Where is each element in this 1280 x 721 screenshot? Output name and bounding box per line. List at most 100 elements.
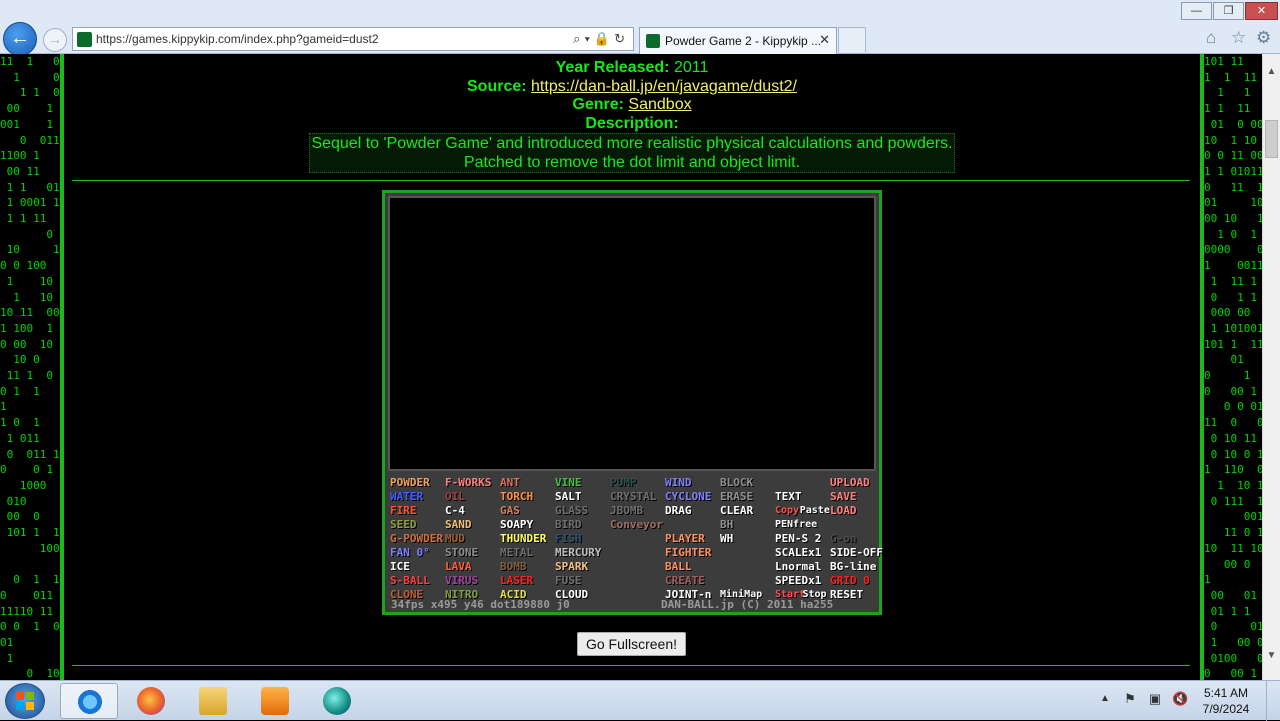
palette-item[interactable]: SPEEDx1 (775, 574, 821, 588)
palette-item[interactable]: SALT (555, 490, 582, 504)
taskbar-ie-button[interactable] (60, 683, 118, 719)
palette-item[interactable]: DRAG (665, 504, 692, 518)
palette-item[interactable]: PLAYER (665, 532, 705, 546)
palette-item[interactable]: LAVA (445, 560, 472, 574)
palette-item[interactable]: PUMP (610, 476, 637, 490)
palette-item[interactable]: SAND (445, 518, 472, 532)
palette-item[interactable]: C-4 (445, 504, 465, 518)
palette-item[interactable]: GLASS (555, 504, 588, 518)
palette-item[interactable]: TORCH (500, 490, 533, 504)
palette-item[interactable]: BALL (665, 560, 692, 574)
palette-item[interactable]: METAL (500, 546, 533, 560)
favorites-star-icon[interactable]: ☆ (1231, 28, 1246, 48)
palette-item[interactable]: SCALEx1 (775, 546, 821, 560)
palette-item[interactable]: SOAPY (500, 518, 533, 532)
palette-item[interactable]: SAVE (830, 490, 857, 504)
palette-item[interactable]: CYCLONE (665, 490, 711, 504)
palette-item[interactable]: PEN-S 2 (775, 532, 821, 546)
maximize-button[interactable]: ❐ (1213, 2, 1244, 20)
palette-item[interactable]: CREATE (665, 574, 705, 588)
url-text[interactable]: https://games.kippykip.com/index.php?gam… (96, 32, 379, 46)
palette-item[interactable]: G-on (830, 532, 857, 546)
palette-item[interactable]: VIRUS (445, 574, 478, 588)
scroll-thumb[interactable] (1265, 120, 1278, 158)
fullscreen-button[interactable]: Go Fullscreen! (577, 632, 686, 656)
palette-item[interactable]: VINE (555, 476, 582, 490)
palette-item[interactable]: ANT (500, 476, 520, 490)
minimize-button[interactable]: — (1181, 2, 1212, 20)
palette-item[interactable]: Lnormal (775, 560, 821, 574)
palette-item[interactable]: GRID 0 (830, 574, 870, 588)
scroll-up-icon[interactable]: ▲ (1263, 66, 1280, 80)
tools-gear-icon[interactable]: ⚙ (1256, 28, 1271, 48)
palette-item[interactable]: Copy (775, 504, 799, 518)
network-icon[interactable]: ▣ (1147, 691, 1163, 707)
tab-close-icon[interactable]: ✕ (819, 32, 830, 48)
palette-item[interactable]: SIDE-OFF (830, 546, 883, 560)
close-window-button[interactable]: ✕ (1245, 2, 1278, 20)
genre-link[interactable]: Sandbox (628, 96, 691, 113)
palette-item[interactable]: SEED (390, 518, 417, 532)
tab-powder-game[interactable]: Powder Game 2 - Kippykip ... ✕ (639, 27, 837, 54)
taskbar-app-button[interactable] (308, 683, 366, 719)
palette-item[interactable]: S-BALL (390, 574, 430, 588)
palette-item[interactable]: TEXT (775, 490, 802, 504)
palette-item[interactable]: FIGHTER (665, 546, 711, 560)
palette-item[interactable]: BH (720, 518, 733, 532)
palette-item[interactable]: MUD (445, 532, 465, 546)
palette-item[interactable]: Paste (800, 504, 830, 518)
palette-item[interactable]: LASER (500, 574, 533, 588)
palette-item[interactable]: POWDER (390, 476, 430, 490)
home-icon[interactable]: ⌂ (1206, 28, 1216, 48)
palette-item[interactable]: Conveyor (610, 518, 663, 532)
vertical-scrollbar[interactable]: ▲ ▼ (1262, 54, 1280, 680)
source-link[interactable]: https://dan-ball.jp/en/javagame/dust2/ (531, 78, 797, 95)
palette-item[interactable]: F-WORKS (445, 476, 491, 490)
element-palette[interactable]: POWDER F-WORKS ANT VINE PUMP WIND BLOCK UPLOAD W… (388, 476, 883, 612)
palette-item[interactable]: SPARK (555, 560, 588, 574)
forward-button[interactable]: → (43, 28, 67, 52)
palette-item[interactable]: BG-line (830, 560, 876, 574)
address-tools-icons[interactable]: ⌕▾🔒↻ (573, 31, 629, 47)
palette-item[interactable]: BIRD (555, 518, 582, 532)
palette-item[interactable]: UPLOAD (830, 476, 870, 490)
palette-item[interactable]: GAS (500, 504, 520, 518)
scroll-down-icon[interactable]: ▼ (1263, 650, 1280, 664)
palette-item[interactable]: STONE (445, 546, 478, 560)
action-center-flag-icon[interactable]: ⚑ (1122, 691, 1138, 707)
new-tab-button[interactable] (838, 27, 866, 52)
palette-item[interactable]: ICE (390, 560, 410, 574)
palette-item[interactable]: THUNDER (500, 532, 546, 546)
palette-item[interactable]: WIND (665, 476, 692, 490)
palette-item[interactable]: FISH (555, 532, 582, 546)
system-clock[interactable]: 5:41 AM 7/9/2024 (1196, 685, 1256, 717)
address-bar[interactable]: https://games.kippykip.com/index.php?gam… (72, 27, 634, 51)
taskbar-media-player-button[interactable] (246, 683, 304, 719)
palette-item[interactable]: JBOMB (610, 504, 643, 518)
game-canvas[interactable] (388, 196, 876, 471)
back-button[interactable]: ← (3, 22, 37, 56)
palette-item[interactable]: OIL (445, 490, 465, 504)
taskbar-firefox-button[interactable] (122, 683, 180, 719)
show-desktop-button[interactable] (1266, 681, 1280, 721)
palette-item[interactable]: MERCURY (555, 546, 601, 560)
volume-muted-icon[interactable]: 🔇 (1172, 691, 1188, 707)
palette-item[interactable]: CLEAR (720, 504, 753, 518)
palette-item[interactable]: BLOCK (720, 476, 753, 490)
palette-item[interactable]: WH (720, 532, 733, 546)
taskbar-explorer-button[interactable] (184, 683, 242, 719)
tray-expand-icon[interactable]: ▲ (1100, 693, 1110, 704)
start-button[interactable] (5, 683, 45, 719)
palette-item[interactable]: FAN 0° (390, 546, 430, 560)
palette-item[interactable]: RESET (830, 588, 863, 602)
palette-item[interactable]: FIRE (390, 504, 417, 518)
palette-item[interactable]: LOAD (830, 504, 857, 518)
palette-item[interactable]: BOMB (500, 560, 527, 574)
palette-item[interactable]: PENfree (775, 518, 817, 532)
palette-item[interactable]: FUSE (555, 574, 582, 588)
palette-item[interactable]: WATER (390, 490, 423, 504)
game-applet[interactable]: POWDER F-WORKS ANT VINE PUMP WIND BLOCK UPLOAD W… (382, 190, 883, 615)
palette-item[interactable]: CRYSTAL (610, 490, 656, 504)
palette-item[interactable]: G-POWDER (390, 532, 443, 546)
palette-item[interactable]: ERASE (720, 490, 753, 504)
